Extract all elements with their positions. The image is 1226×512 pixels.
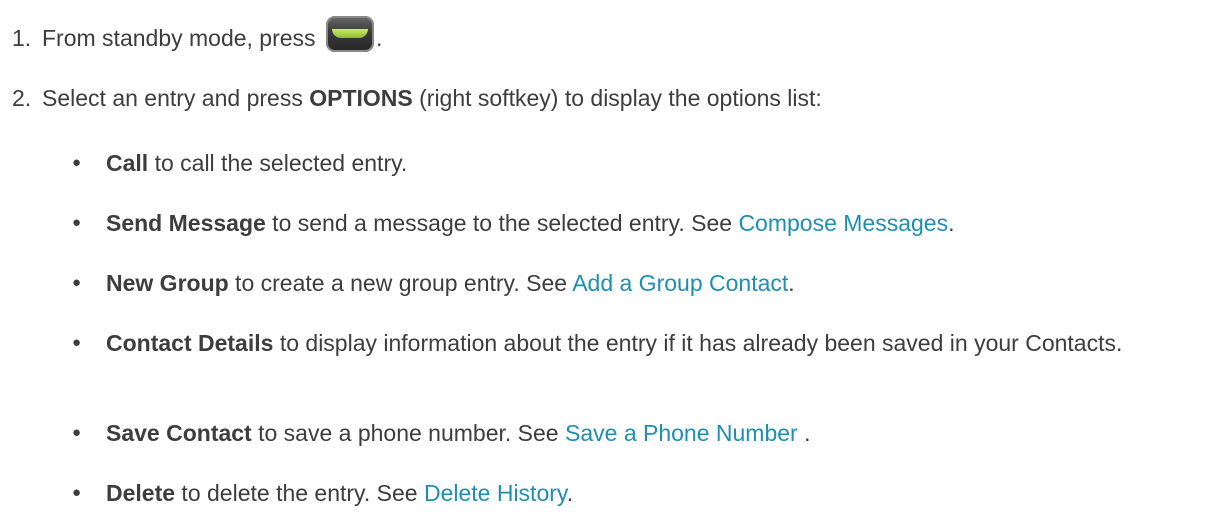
step-number: 1. <box>12 25 32 52</box>
option-name: Save Contact <box>106 420 252 446</box>
option-punct: . <box>948 210 955 236</box>
option-punct: . <box>566 480 574 506</box>
bullet-icon: ● <box>72 154 82 171</box>
save-phone-number-link[interactable]: Save a Phone Number <box>565 420 798 446</box>
compose-messages-link[interactable]: Compose Messages <box>738 210 948 236</box>
talk-key-icon <box>325 16 374 52</box>
bullet-icon: ● <box>72 334 82 351</box>
option-punct: . <box>788 270 795 296</box>
bullet-icon: ● <box>72 214 82 231</box>
bullet-icon: ● <box>72 274 82 291</box>
option-description: to display information about the entry i… <box>273 330 1123 356</box>
step-1: 1. From standby mode, press . <box>12 16 383 58</box>
option-description: to delete the entry. See <box>175 480 424 506</box>
step-text: From standby mode, press <box>42 25 316 52</box>
option-description: to save a phone number. See <box>251 420 565 446</box>
add-group-contact-link[interactable]: Add a Group Contact <box>572 270 788 296</box>
option-punct: . <box>797 420 811 446</box>
step-number: 2. <box>12 85 32 111</box>
bullet-icon: ● <box>72 484 82 501</box>
delete-history-link[interactable]: Delete History <box>424 480 567 506</box>
option-description: to send a message to the selected entry.… <box>265 210 739 236</box>
step-punct: . <box>375 25 383 52</box>
option-name: Send Message <box>106 210 266 236</box>
option-name: Delete <box>106 480 176 506</box>
option-name: Call <box>106 150 149 176</box>
option-description: to call the selected entry. <box>148 150 408 176</box>
step-text-tail: (right softkey) to display the options l… <box>412 85 822 111</box>
option-name: Contact Details <box>106 330 274 356</box>
document-page: 1. From standby mode, press . 2. Select an… <box>0 0 1226 512</box>
options-label: OPTIONS <box>309 85 413 111</box>
bullet-icon: ● <box>72 424 82 441</box>
step-text: Select an entry and press <box>42 85 310 111</box>
option-description: to create a new group entry. See <box>228 270 573 296</box>
option-name: New Group <box>106 270 229 296</box>
step-2: 2. Select an entry and press OPTIONS (rig… <box>12 84 822 112</box>
